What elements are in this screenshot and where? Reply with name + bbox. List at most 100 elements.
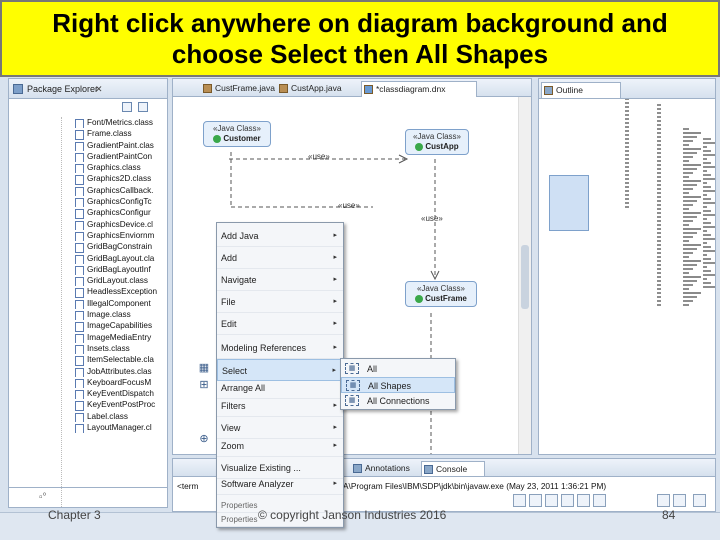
tree-item-class[interactable]: LayoutManager.cl xyxy=(73,422,173,434)
link-with-editor-icon[interactable] xyxy=(138,102,148,112)
menu-item-label: All Connections xyxy=(367,396,430,406)
tree-item-class[interactable]: Frame.class xyxy=(73,128,173,140)
terminate-icon[interactable] xyxy=(513,494,526,507)
display-console-icon[interactable] xyxy=(593,494,606,507)
class-name: CustFrame xyxy=(425,294,467,303)
tree-item-class[interactable]: HeadlessException xyxy=(73,286,173,298)
tab-annotations[interactable]: Annotations xyxy=(351,461,417,476)
tab-custapp[interactable]: CustApp.java xyxy=(277,81,357,97)
menu-item-all[interactable]: ▦ All xyxy=(341,361,455,377)
tree-item-class[interactable]: GridLayout.class xyxy=(73,275,173,287)
tree-item-class[interactable]: KeyEventPostProc xyxy=(73,399,173,411)
tab-label: CustFrame.java xyxy=(215,83,275,93)
menu-item-all-shapes[interactable]: ▦ All Shapes xyxy=(341,377,455,393)
menu-item-software-analyzer[interactable]: Software Analyzer ▸ xyxy=(217,473,343,495)
collapse-all-icon[interactable] xyxy=(122,102,132,112)
tab-classdiagram[interactable]: *classdiagram.dnx xyxy=(361,81,477,97)
menu-item-add-java[interactable]: Add Java ▸ xyxy=(217,225,343,247)
menu-item-edit[interactable]: Edit ▸ xyxy=(217,313,343,335)
tree-item-class[interactable]: GradientPaintCon xyxy=(73,151,173,163)
tree-item-class[interactable]: KeyboardFocusM xyxy=(73,377,173,389)
tree-item-class[interactable]: ImageCapabilities xyxy=(73,320,173,332)
java-file-icon xyxy=(203,84,212,93)
package-explorer-tab[interactable]: Package Explorer ✕ xyxy=(9,79,167,99)
footer-copyright: © copyright Janson Industries 2016 xyxy=(258,508,447,522)
outline-thumbnail xyxy=(625,99,715,306)
menu-item-all-connections[interactable]: ▦ All Connections xyxy=(341,393,455,409)
package-icon xyxy=(13,84,23,94)
tree-item-class[interactable]: Font/Metrics.class xyxy=(73,117,173,129)
scrollbar-thumb[interactable] xyxy=(521,245,529,309)
tab-outline[interactable]: Outline xyxy=(541,82,621,98)
outline-view: Outline xyxy=(538,78,716,455)
tree-guide-line xyxy=(61,117,71,507)
menu-item-label: Arrange All xyxy=(221,383,266,393)
package-explorer-status: ▫° xyxy=(9,487,167,507)
menu-item-label: View xyxy=(221,423,241,433)
class-customer[interactable]: «Java Class» Customer xyxy=(203,121,271,147)
class-stereotype: «Java Class» xyxy=(416,284,466,293)
tree-item-class[interactable]: GradientPaint.clas xyxy=(73,140,173,151)
tree-item-class[interactable]: ItemSelectable.cla xyxy=(73,354,173,366)
tree-item-class[interactable]: GraphicsDevice.cl xyxy=(73,219,173,230)
console-process-path: A\Program Files\IBM\SDP\jdk\bin\javaw.ex… xyxy=(343,481,607,491)
tree-item-class[interactable]: Graphics2D.class xyxy=(73,173,173,185)
tree-item-class[interactable]: Label.class xyxy=(73,411,173,423)
menu-item-zoom[interactable]: Zoom ▸ xyxy=(217,435,343,457)
class-custframe[interactable]: «Java Class» CustFrame xyxy=(405,281,477,307)
editor-tabs: CustFrame.java CustApp.java *classdiagra… xyxy=(173,79,531,97)
menu-item-modeling-references[interactable]: Modeling References ▸ xyxy=(217,337,343,359)
tree-item-class[interactable]: GridBagLayoutInf xyxy=(73,264,173,276)
tab-console[interactable]: Console xyxy=(421,461,485,476)
menu-item-file[interactable]: File ▸ xyxy=(217,291,343,313)
menu-item-label: Software Analyzer xyxy=(221,479,294,489)
class-name: CustApp xyxy=(425,142,459,151)
tree-item-class[interactable]: GraphicsConfigur xyxy=(73,207,173,219)
tree-item-class[interactable]: GraphicsEnviornm xyxy=(73,230,173,242)
tab-label: Console xyxy=(436,464,468,474)
menu-item-label: Visualize Existing ... xyxy=(221,463,301,473)
tree-item-class[interactable]: Image.class xyxy=(73,309,173,321)
select-connections-icon: ▦ xyxy=(345,395,359,406)
tree-item-class[interactable]: ImageMediaEntry xyxy=(73,332,173,343)
tree-item-class[interactable]: IllegalComponent xyxy=(73,298,173,310)
class-icon xyxy=(213,134,222,143)
class-custapp[interactable]: «Java Class» CustApp xyxy=(405,129,469,155)
menu-item-filters[interactable]: Filters ▸ xyxy=(217,395,343,417)
scroll-lock-icon[interactable] xyxy=(561,494,574,507)
java-file-icon xyxy=(279,84,288,93)
minimize-icon[interactable] xyxy=(693,494,706,507)
console-terminated-label: <term xyxy=(177,481,199,491)
menu-item-label: Edit xyxy=(221,319,237,329)
status-icon: ▫° xyxy=(39,492,47,503)
tree-item-class[interactable]: Graphics.class xyxy=(73,162,173,174)
remove-launch-icon[interactable] xyxy=(529,494,542,507)
diagram-file-icon xyxy=(364,85,373,94)
tab-custframe[interactable]: CustFrame.java xyxy=(201,81,275,97)
tree-item-class[interactable]: GridBagLayout.cla xyxy=(73,253,173,264)
instruction-banner: Right click anywhere on diagram backgrou… xyxy=(0,0,720,77)
tab-label: Annotations xyxy=(365,463,410,473)
pin-console-icon[interactable] xyxy=(577,494,590,507)
menu-item-label: Modeling References xyxy=(221,343,307,353)
clear-console-icon[interactable] xyxy=(545,494,558,507)
open-console-icon[interactable] xyxy=(657,494,670,507)
menu-item-navigate[interactable]: Navigate ▸ xyxy=(217,269,343,291)
tree-item-class[interactable]: Insets.class xyxy=(73,343,173,355)
editor-scrollbar[interactable] xyxy=(518,97,531,454)
package-explorer-toolbar xyxy=(9,99,167,117)
tree-item-class[interactable]: KeyEventDispatch xyxy=(73,388,173,400)
tree-item-class[interactable]: GridBagConstrain xyxy=(73,241,173,253)
menu-item-label: Select xyxy=(222,366,248,376)
menu-item-add[interactable]: Add ▸ xyxy=(217,247,343,269)
footer-page-number: 84 xyxy=(662,508,676,522)
tree-item-class[interactable]: GraphicsCallback. xyxy=(73,185,173,197)
view-menu-icon[interactable] xyxy=(673,494,686,507)
close-icon[interactable]: ✕ xyxy=(95,79,103,99)
menu-item-label: Properties xyxy=(221,515,258,524)
class-stereotype: «Java Class» xyxy=(212,124,262,133)
class-icon xyxy=(415,142,424,151)
annotations-icon xyxy=(353,464,362,473)
tree-item-class[interactable]: GraphicsConfigTc xyxy=(73,196,173,208)
tree-item-class[interactable]: JobAttributes.clas xyxy=(73,366,173,377)
